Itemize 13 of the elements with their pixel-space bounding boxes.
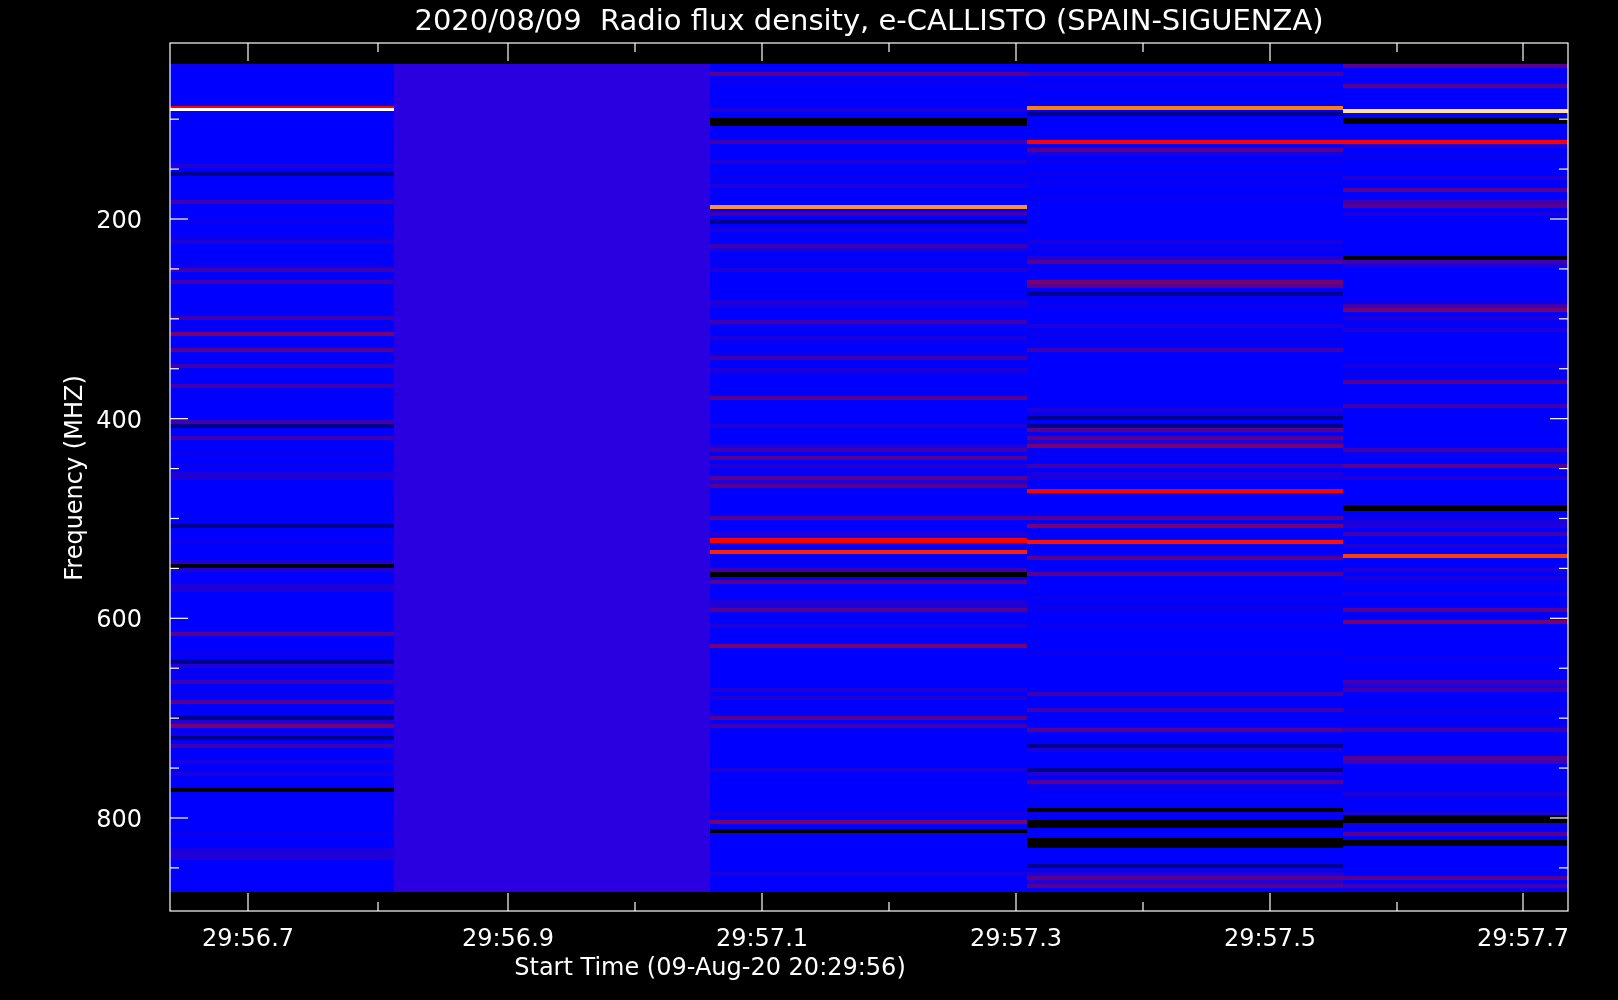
y-tick-label: 800 (96, 805, 142, 833)
x-tick-label: 29:57.1 (715, 924, 809, 952)
x-tick-label: 29:57.5 (1223, 924, 1317, 952)
x-tick-label: 29:56.7 (201, 924, 295, 952)
plot-title: 2020/08/09 Radio flux density, e-CALLISTO (SPAIN-SIGUENZA) (414, 3, 1324, 37)
x-tick-label: 29:57.3 (969, 924, 1063, 952)
x-tick-label: 29:57.7 (1476, 924, 1570, 952)
y-axis-label: Frequency (MHZ) (60, 375, 88, 581)
x-tick-label: 29:56.9 (461, 924, 555, 952)
y-tick-label: 200 (96, 206, 142, 234)
y-tick-label: 400 (96, 405, 142, 434)
x-axis-label: Start Time (09-Aug-20 20:29:56) (514, 953, 906, 981)
y-tick-label: 600 (96, 605, 142, 634)
